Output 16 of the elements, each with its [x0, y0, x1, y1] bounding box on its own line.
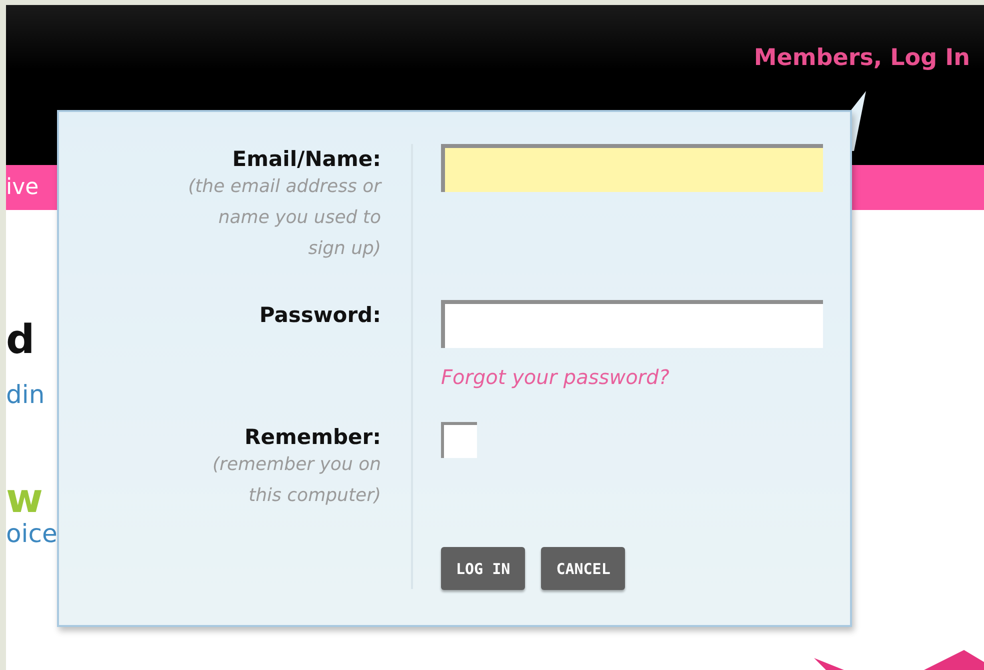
login-link[interactable]: Members, Log In: [754, 45, 970, 71]
field-label: Password:: [259, 303, 381, 327]
field-hint: (remember you on this computer): [212, 453, 381, 508]
text-fragment: oice: [6, 519, 58, 548]
heading-fragment: w: [6, 479, 43, 519]
text-fragment: din: [6, 380, 45, 409]
field-label: Email/Name:: [232, 147, 381, 171]
heading-fragment: d: [6, 320, 35, 360]
form-button[interactable]: CANCEL: [541, 547, 626, 590]
email-field[interactable]: [441, 144, 823, 192]
field-hint: (the email address or name you used to sign up): [188, 175, 381, 261]
form-button[interactable]: LOG IN: [441, 547, 526, 590]
field-label: Remember:: [244, 425, 381, 449]
password-field[interactable]: [441, 300, 823, 348]
remember-checkbox[interactable]: [441, 422, 477, 458]
banner-text: ive: [6, 175, 39, 200]
